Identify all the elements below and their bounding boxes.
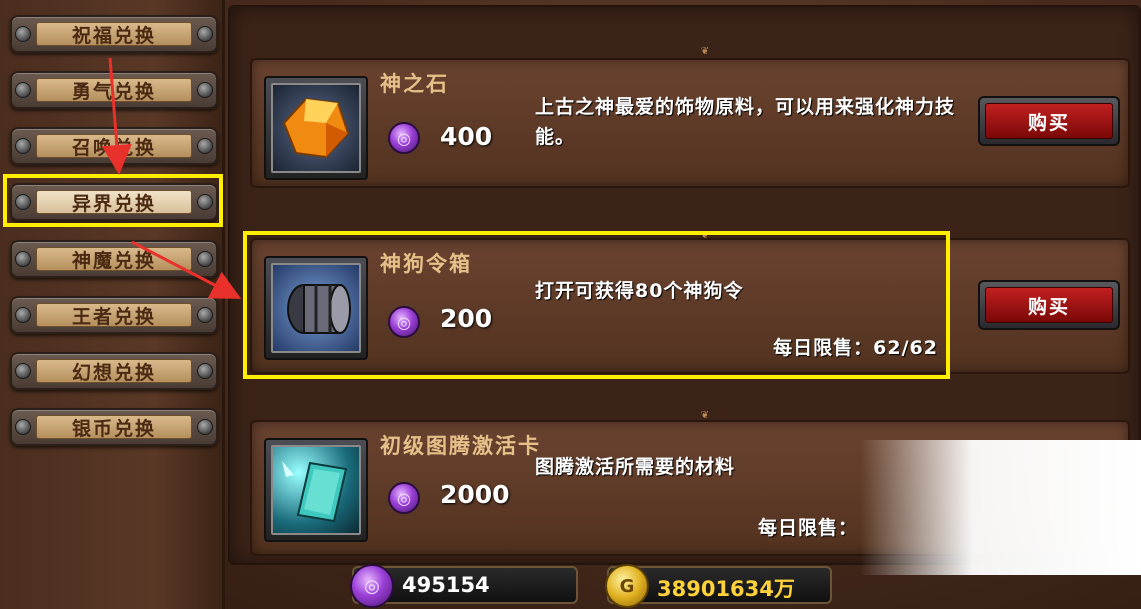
tab-label: 祝福兑换 bbox=[36, 22, 192, 47]
active-tab-highlight-box bbox=[3, 174, 223, 227]
knob-icon bbox=[15, 363, 31, 379]
knob-icon bbox=[197, 251, 213, 267]
item-name: 初级图腾激活卡 bbox=[380, 433, 541, 458]
item-cost: 2000 bbox=[440, 480, 510, 509]
orange-gem-icon bbox=[271, 83, 361, 173]
item-icon-frame bbox=[264, 76, 368, 180]
knob-icon bbox=[197, 307, 213, 323]
knob-icon bbox=[15, 307, 31, 323]
tab-king-exchange[interactable]: 王者兑换 bbox=[10, 296, 218, 334]
daily-limit-text: 每日限售： bbox=[757, 517, 858, 539]
knob-icon bbox=[197, 363, 213, 379]
tab-courage-exchange[interactable]: 勇气兑换 bbox=[10, 71, 218, 109]
highlighted-item-box bbox=[243, 231, 950, 379]
tab-label: 幻想兑换 bbox=[36, 359, 192, 384]
tab-fantasy-exchange[interactable]: 幻想兑换 bbox=[10, 352, 218, 390]
knob-icon bbox=[197, 419, 213, 435]
gem-currency-display: ◎ 495154 bbox=[350, 564, 578, 608]
exchange-tab-list: 祝福兑换 勇气兑换 召唤兑换 异界兑换 神魔兑换 王者兑换 幻想兑换 银币兑换 bbox=[0, 0, 225, 609]
knob-icon bbox=[197, 138, 213, 154]
item-name: 神之石 bbox=[380, 71, 449, 96]
knob-icon bbox=[197, 26, 213, 42]
purple-gem-icon: ◎ bbox=[350, 564, 394, 608]
item-cost: 400 bbox=[440, 122, 493, 151]
gold-coin-icon: G bbox=[605, 564, 649, 608]
tab-summon-exchange[interactable]: 召唤兑换 bbox=[10, 127, 218, 165]
buy-button-label: 购买 bbox=[985, 103, 1113, 139]
knob-icon bbox=[197, 82, 213, 98]
buy-button[interactable]: 购买 bbox=[978, 280, 1120, 330]
item-description: 上古之神最爱的饰物原料，可以用来强化神力技能。 bbox=[535, 96, 956, 148]
knob-icon bbox=[15, 82, 31, 98]
shop-item-row: 神之石 ◎ 400 上古之神最爱的饰物原料，可以用来强化神力技能。 购买 bbox=[250, 58, 1130, 188]
buy-button[interactable]: 购买 bbox=[978, 96, 1120, 146]
purple-gem-currency-icon: ◎ bbox=[388, 122, 420, 154]
knob-icon bbox=[15, 26, 31, 42]
white-fade-overlay bbox=[860, 440, 1141, 575]
divider-ornament-icon: ❦ bbox=[700, 46, 710, 57]
tab-label: 银币兑换 bbox=[36, 415, 192, 440]
item-icon-frame bbox=[264, 438, 368, 542]
tab-label: 神魔兑换 bbox=[36, 247, 192, 272]
gem-balance: 495154 bbox=[402, 573, 490, 597]
tab-divine-demon-exchange[interactable]: 神魔兑换 bbox=[10, 240, 218, 278]
tab-label: 召唤兑换 bbox=[36, 134, 192, 159]
gold-balance: 38901634万 bbox=[657, 577, 795, 601]
gold-currency-display: G 38901634万 bbox=[605, 564, 832, 608]
teal-card-icon bbox=[271, 445, 361, 535]
purple-gem-currency-icon: ◎ bbox=[388, 482, 420, 514]
tab-label: 勇气兑换 bbox=[36, 78, 192, 103]
knob-icon bbox=[15, 138, 31, 154]
tab-blessing-exchange[interactable]: 祝福兑换 bbox=[10, 15, 218, 53]
buy-button-label: 购买 bbox=[985, 287, 1113, 323]
knob-icon bbox=[15, 419, 31, 435]
tab-silver-exchange[interactable]: 银币兑换 bbox=[10, 408, 218, 446]
divider-ornament-icon: ❦ bbox=[700, 410, 710, 421]
tab-label: 王者兑换 bbox=[36, 303, 192, 328]
knob-icon bbox=[15, 251, 31, 267]
